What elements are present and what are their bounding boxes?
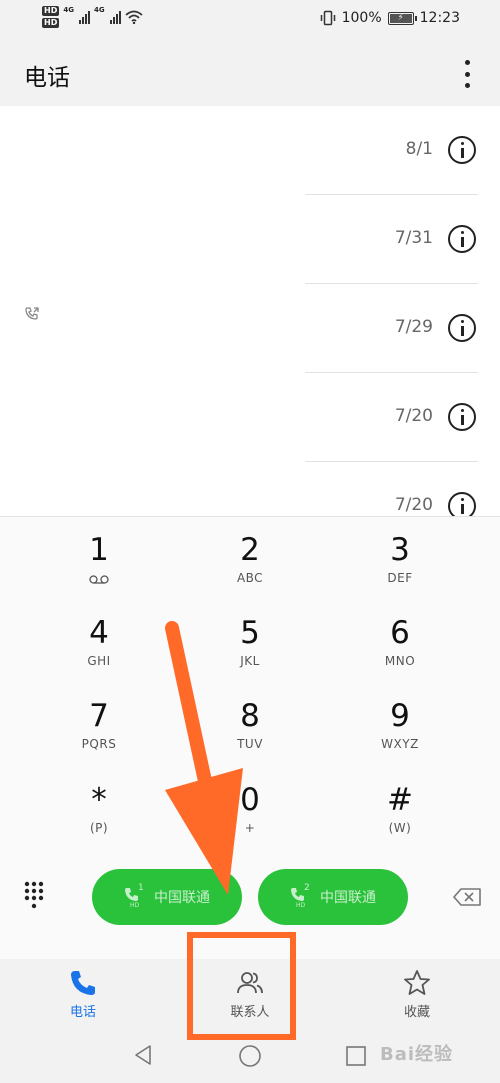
key-3[interactable]: 3 DEF bbox=[330, 531, 470, 607]
key-2[interactable]: 2 ABC bbox=[180, 531, 320, 607]
hd-badge-2: HD bbox=[42, 18, 60, 28]
key-9[interactable]: 9 WXYZ bbox=[330, 697, 470, 773]
call-log-row[interactable]: 7/20 bbox=[0, 373, 500, 462]
network-type-1: 4G bbox=[63, 6, 74, 14]
call-button-sim1[interactable]: 1 HD 中国联通 bbox=[92, 869, 242, 925]
sim-number: 2 bbox=[304, 883, 310, 893]
key-letters: GHI bbox=[87, 654, 111, 668]
backspace-icon[interactable] bbox=[452, 887, 482, 907]
key-digit: 1 bbox=[89, 532, 109, 568]
call-date: 8/1 bbox=[405, 139, 433, 159]
status-left: HD HD 4G 4G bbox=[42, 6, 143, 28]
key-letters: PQRS bbox=[81, 737, 117, 751]
battery-icon: ⚡ bbox=[387, 11, 417, 25]
vibrate-icon bbox=[320, 10, 335, 26]
sim1-phone-icon: 1 HD bbox=[124, 883, 146, 909]
info-icon[interactable] bbox=[448, 314, 476, 342]
key-digit: 6 bbox=[390, 615, 410, 651]
call-date: 7/20 bbox=[394, 495, 433, 515]
key-4[interactable]: 4 GHI bbox=[29, 614, 169, 690]
key-letters: TUV bbox=[237, 737, 263, 751]
key-digit: 0 bbox=[240, 782, 260, 818]
phone-icon bbox=[71, 971, 95, 995]
status-right: 100% ⚡ 12:23 bbox=[320, 10, 460, 26]
sim2-phone-icon: 2 HD bbox=[290, 883, 312, 909]
key-letters: + bbox=[244, 821, 256, 835]
signal-icon-2 bbox=[109, 10, 121, 24]
back-icon[interactable] bbox=[132, 1044, 154, 1066]
info-icon[interactable] bbox=[448, 136, 476, 164]
key-1[interactable]: 1 bbox=[29, 531, 169, 607]
outgoing-call-icon bbox=[25, 307, 39, 320]
network-type-2: 4G bbox=[93, 6, 105, 14]
tab-phone[interactable]: 电话 bbox=[28, 969, 138, 1029]
key-letters: (W) bbox=[388, 821, 412, 835]
info-icon[interactable] bbox=[448, 492, 476, 516]
sim-number: 1 bbox=[138, 883, 144, 893]
key-letters: WXYZ bbox=[381, 737, 419, 751]
tab-label: 电话 bbox=[69, 1005, 96, 1020]
carrier-name: 中国联通 bbox=[320, 890, 376, 906]
call-log-list[interactable]: 8/1 7/31 7/29 7/20 7/20 bbox=[0, 106, 500, 516]
call-log-row[interactable]: 7/31 bbox=[0, 195, 500, 284]
call-log-row[interactable]: 8/1 bbox=[0, 106, 500, 195]
watermark: Bai经验 bbox=[380, 1044, 454, 1065]
info-icon[interactable] bbox=[448, 225, 476, 253]
tab-label: 收藏 bbox=[403, 1005, 430, 1020]
info-icon[interactable] bbox=[448, 403, 476, 431]
key-letters: ABC bbox=[236, 571, 264, 585]
status-bar: HD HD 4G 4G 100% ⚡ 12:23 bbox=[0, 0, 500, 40]
tab-favorites[interactable]: 收藏 bbox=[362, 969, 472, 1029]
key-7[interactable]: 7 PQRS bbox=[29, 697, 169, 773]
wifi-icon bbox=[125, 10, 143, 24]
battery-percent: 100% bbox=[341, 10, 382, 26]
home-icon[interactable] bbox=[238, 1044, 262, 1068]
key-5[interactable]: 5 JKL bbox=[180, 614, 320, 690]
call-date: 7/29 bbox=[394, 317, 433, 337]
annotation-highlight-box bbox=[187, 932, 296, 1040]
sim-hd: HD bbox=[296, 902, 306, 909]
call-log-row[interactable]: 7/20 bbox=[0, 462, 500, 516]
key-digit: 2 bbox=[240, 532, 260, 568]
key-0[interactable]: 0 + bbox=[180, 781, 320, 857]
star-icon bbox=[404, 970, 430, 995]
key-star[interactable]: * (P) bbox=[29, 781, 169, 857]
key-8[interactable]: 8 TUV bbox=[180, 697, 320, 773]
signal-icon-1 bbox=[78, 10, 90, 24]
key-6[interactable]: 6 MNO bbox=[330, 614, 470, 690]
key-digit: 3 bbox=[390, 532, 410, 568]
key-hash[interactable]: # (W) bbox=[330, 781, 470, 857]
sim-hd: HD bbox=[130, 902, 140, 909]
key-digit: # bbox=[387, 782, 413, 818]
page-title: 电话 bbox=[24, 65, 70, 91]
call-date: 7/31 bbox=[394, 228, 433, 248]
key-digit: * bbox=[91, 782, 107, 818]
key-letters: (P) bbox=[89, 821, 109, 835]
key-digit: 4 bbox=[89, 615, 109, 651]
key-digit: 7 bbox=[89, 698, 109, 734]
recents-icon[interactable] bbox=[345, 1045, 367, 1067]
key-letters: DEF bbox=[387, 571, 413, 585]
key-digit: 5 bbox=[240, 615, 260, 651]
voicemail-icon bbox=[89, 575, 109, 584]
call-date: 7/20 bbox=[394, 406, 433, 426]
dialpad: 1 2 ABC 3 DEF 4 GHI 5 JKL 6 MNO 7 PQRS 8… bbox=[0, 516, 500, 959]
key-letters: JKL bbox=[240, 654, 260, 668]
app-header: 电话 bbox=[0, 40, 500, 106]
hd-indicators: HD HD bbox=[42, 6, 60, 28]
key-letters: MNO bbox=[384, 654, 416, 668]
hd-badge-1: HD bbox=[42, 6, 60, 16]
key-digit: 8 bbox=[240, 698, 260, 734]
carrier-name: 中国联通 bbox=[154, 890, 210, 906]
more-options-icon[interactable] bbox=[462, 60, 472, 88]
key-digit: 9 bbox=[390, 698, 410, 734]
call-button-sim2[interactable]: 2 HD 中国联通 bbox=[258, 869, 408, 925]
dialpad-toggle-icon[interactable] bbox=[24, 881, 44, 911]
call-log-row[interactable]: 7/29 bbox=[0, 284, 500, 373]
clock: 12:23 bbox=[419, 10, 460, 26]
